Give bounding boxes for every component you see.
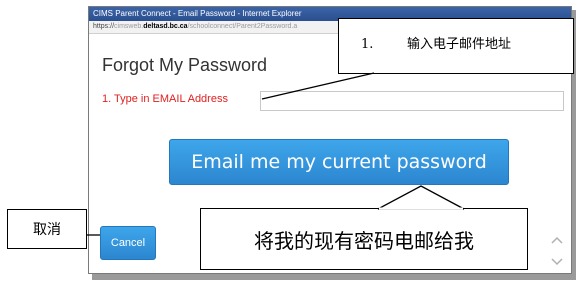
submit-pointer-tail (377, 185, 465, 210)
submit-pointer (377, 185, 465, 210)
